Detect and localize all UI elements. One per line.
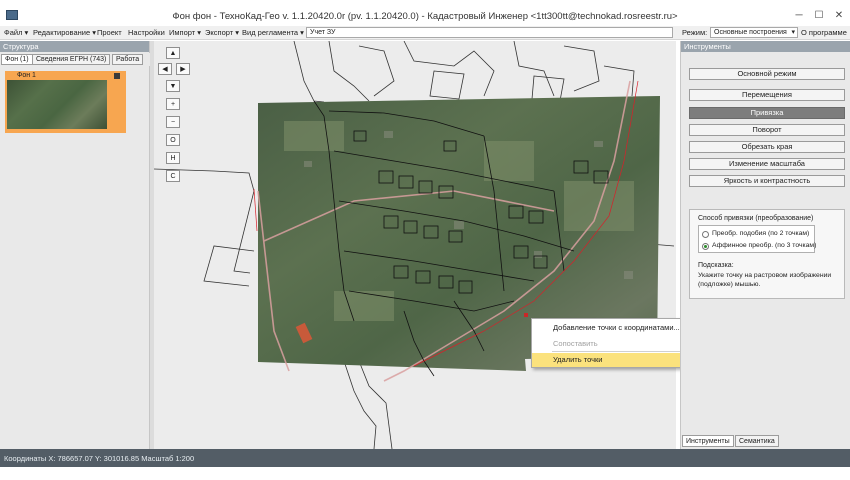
structure-tabs: Фон (1) Сведения ЕГРН (743) Работа	[0, 53, 150, 66]
tool-rotate-button[interactable]: Поворот	[689, 124, 845, 136]
structure-pane: Структура Фон (1) Сведения ЕГРН (743) Ра…	[0, 41, 150, 449]
tool-brightness-button[interactable]: Яркость и контрастность	[689, 175, 845, 187]
pan-down-button[interactable]: ▼	[166, 80, 180, 92]
layer-item-background-1[interactable]: Фон 1	[5, 71, 126, 133]
tab-background[interactable]: Фон (1)	[1, 54, 33, 65]
zoom-in-button[interactable]: +	[166, 98, 180, 110]
mode-select-value: Основные построения	[714, 29, 787, 36]
tab-work[interactable]: Работа	[112, 54, 144, 65]
pan-up-button[interactable]: ▲	[166, 47, 180, 59]
tool-crop-button[interactable]: Обрезать края	[689, 141, 845, 153]
accounting-field[interactable]: Учет ЗУ	[306, 27, 673, 38]
menu-about[interactable]: О программе	[801, 28, 847, 37]
status-coordinates: Координаты X: 786657.07 Y: 301016.85 Мас…	[4, 454, 195, 463]
title-bar: Фон фон - ТехноКад-Гео v. 1.1.20420.0r (…	[0, 0, 850, 26]
binding-method-options: Преобр. подобия (по 2 точкам) Аффинное п…	[698, 225, 816, 253]
menu-export[interactable]: Экспорт ▾	[205, 28, 239, 37]
tab-egrn[interactable]: Сведения ЕГРН (743)	[32, 54, 111, 65]
control-point-marker	[524, 313, 528, 317]
bottom-strip	[0, 467, 850, 480]
maximize-button[interactable]: ☐	[808, 8, 830, 22]
zoom-h-button[interactable]: H	[166, 152, 180, 164]
layer-visibility-checkbox[interactable]	[114, 73, 120, 79]
pan-left-button[interactable]: ◀	[158, 63, 172, 75]
radio-similarity[interactable]	[702, 231, 709, 238]
mode-label: Режим:	[682, 28, 708, 37]
tools-pane-header: Инструменты	[681, 41, 850, 52]
layer-label: Фон 1	[17, 72, 36, 79]
tools-tabs: Инструменты Семантика	[681, 434, 850, 448]
tab-tools[interactable]: Инструменты	[682, 435, 734, 447]
zoom-reset-button[interactable]: O	[166, 134, 180, 146]
map-drawing	[154, 41, 675, 449]
menu-file[interactable]: Файл ▾	[4, 28, 28, 37]
menu-edit[interactable]: Редактирование ▾	[33, 28, 96, 37]
context-menu: Добавление точки с координатами... Сопос…	[531, 318, 699, 368]
ctx-delete-points[interactable]: Удалить точки	[532, 353, 698, 367]
binding-method-group: Способ привязки (преобразование) Преобр.…	[689, 209, 845, 299]
minimize-button[interactable]: ─	[788, 8, 810, 22]
tools-pane: Инструменты Основной режим Перемещения П…	[680, 41, 850, 449]
status-bar: Координаты X: 786657.07 Y: 301016.85 Мас…	[0, 449, 850, 467]
ctx-add-point-coordinates[interactable]: Добавление точки с координатами...	[532, 321, 698, 335]
ctx-match: Сопоставить	[553, 339, 598, 348]
radio-affine[interactable]	[702, 243, 709, 250]
radio-similarity-label[interactable]: Преобр. подобия (по 2 точкам)	[712, 230, 809, 237]
hint-title: Подсказка:	[698, 262, 734, 269]
mode-select[interactable]: Основные построения ▾	[710, 27, 798, 38]
close-button[interactable]: ✕	[828, 8, 850, 22]
chevron-down-icon: ▾	[791, 29, 795, 36]
pan-right-button[interactable]: ▶	[176, 63, 190, 75]
menu-view-regulation[interactable]: Вид регламента ▾	[242, 28, 304, 37]
window-title: Фон фон - ТехноКад-Гео v. 1.1.20420.0r (…	[172, 11, 678, 22]
menu-import[interactable]: Импорт ▾	[169, 28, 201, 37]
tab-semantics[interactable]: Семантика	[735, 435, 779, 447]
ctx-separator	[552, 351, 692, 352]
tool-main-mode-button[interactable]: Основной режим	[689, 68, 845, 80]
zoom-out-button[interactable]: −	[166, 116, 180, 128]
binding-method-title: Способ привязки (преобразование)	[698, 215, 814, 222]
menu-project[interactable]: Проект	[97, 28, 122, 37]
menu-settings[interactable]: Настройки	[128, 28, 165, 37]
tool-move-button[interactable]: Перемещения	[689, 89, 845, 101]
layer-thumbnail	[7, 80, 107, 129]
structure-pane-header: Структура	[0, 41, 149, 52]
tool-scale-button[interactable]: Изменение масштаба	[689, 158, 845, 170]
radio-affine-label[interactable]: Аффинное преобр. (по 3 точкам)	[712, 242, 816, 249]
map-canvas[interactable]: ▲ ◀ ▶ ▼ + − O H C	[154, 41, 676, 449]
tool-binding-button[interactable]: Привязка	[689, 107, 845, 119]
zoom-c-button[interactable]: C	[166, 170, 180, 182]
menu-bar: Файл ▾ Редактирование ▾ Проект Настройки…	[0, 26, 850, 40]
hint-text: Укажите точку на растровом изображении (…	[698, 272, 832, 288]
